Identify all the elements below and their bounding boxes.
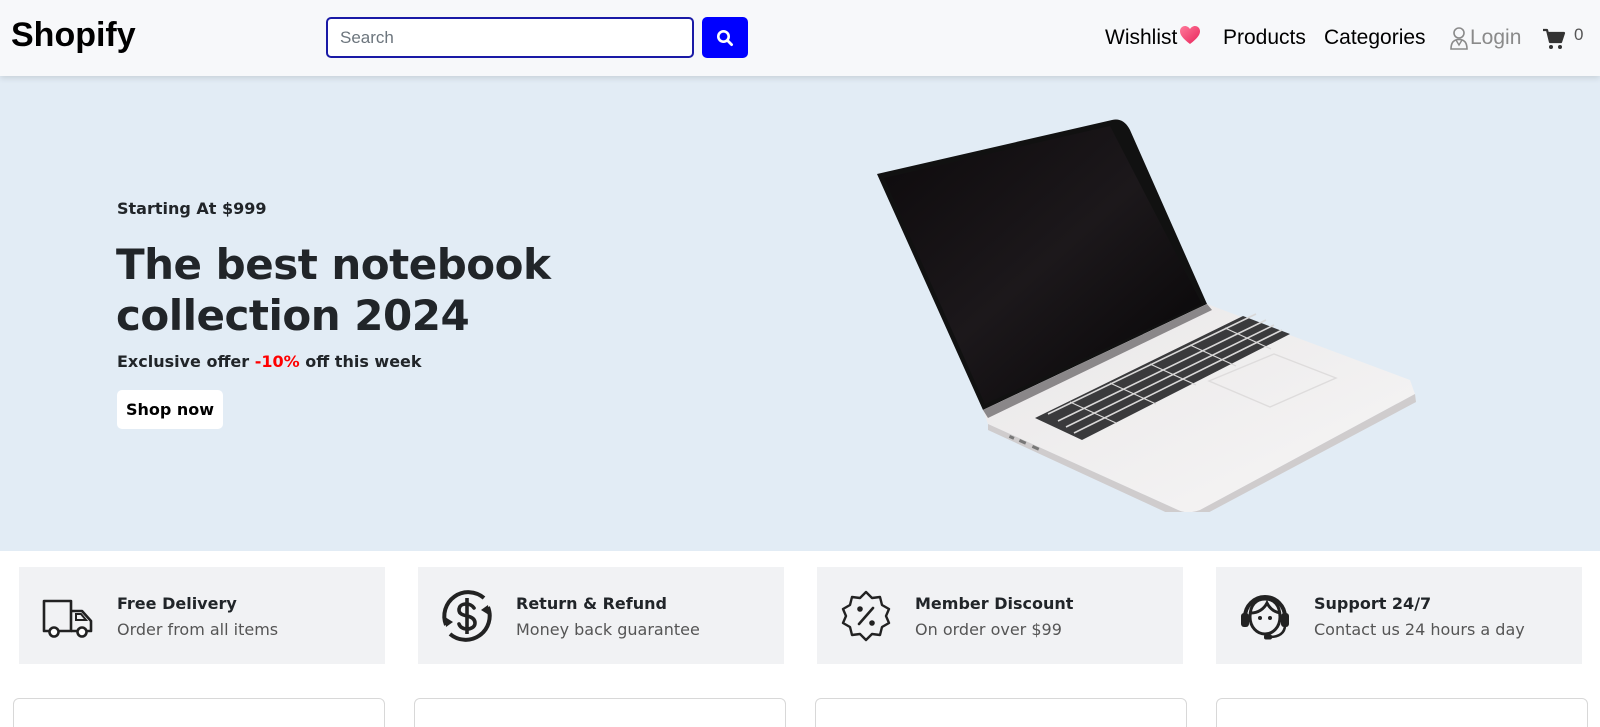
nav-wishlist[interactable]: Wishlist [1105,0,1201,76]
nav-cart[interactable]: 0 [1542,0,1583,76]
product-card[interactable] [1216,698,1588,727]
product-card[interactable] [414,698,786,727]
feature-subtitle: Money back guarantee [516,620,700,639]
hero-price-eyebrow: Starting At $999 [117,199,267,218]
shop-now-button[interactable]: Shop now [117,390,223,429]
nav-login[interactable]: Login [1449,0,1521,76]
hero-banner: Starting At $999 The best notebook colle… [0,76,1600,551]
feature-title: Return & Refund [516,594,667,613]
hero-offer-prefix: Exclusive offer [117,352,250,371]
hero-offer-suffix: off this week [305,352,422,371]
cart-icon [1543,28,1566,49]
product-card[interactable] [815,698,1187,727]
feature-member-discount: Member Discount On order over $99 [817,567,1183,664]
laptop-image [877,119,1416,512]
feature-title: Support 24/7 [1314,594,1432,613]
search-input[interactable] [326,17,694,58]
feature-title: Member Discount [915,594,1074,613]
feature-return-refund: Return & Refund Money back guarantee [418,567,784,664]
discount-badge-icon [841,590,891,642]
refund-dollar-icon [442,590,492,642]
nav-wishlist-label: Wishlist [1105,26,1178,49]
nav-products[interactable]: Products [1223,0,1306,76]
site-header: Shopify Wishlist Products Categories [0,0,1600,76]
feature-subtitle: On order over $99 [915,620,1062,639]
brand-logo[interactable]: Shopify [11,16,136,55]
feature-support: Support 24/7 Contact us 24 hours a day [1216,567,1582,664]
feature-title: Free Delivery [117,594,237,613]
search-button[interactable] [702,17,748,58]
feature-subtitle: Contact us 24 hours a day [1314,620,1525,639]
feature-subtitle: Order from all items [117,620,279,639]
nav-categories[interactable]: Categories [1324,0,1426,76]
headset-support-icon [1241,595,1289,640]
nav-login-label: Login [1470,26,1522,49]
feature-free-delivery: Free Delivery Order from all items [19,567,385,664]
search-icon [717,29,734,46]
product-card[interactable] [13,698,385,727]
hero-offer: Exclusive offer -10% off this week [117,352,422,371]
truck-icon [42,599,93,638]
hero-title: The best notebook collection 2024 [116,240,551,340]
user-icon [1450,27,1468,50]
heart-icon [1179,25,1201,51]
hero-offer-discount: -10% [254,352,300,371]
cart-count: 0 [1574,25,1584,44]
